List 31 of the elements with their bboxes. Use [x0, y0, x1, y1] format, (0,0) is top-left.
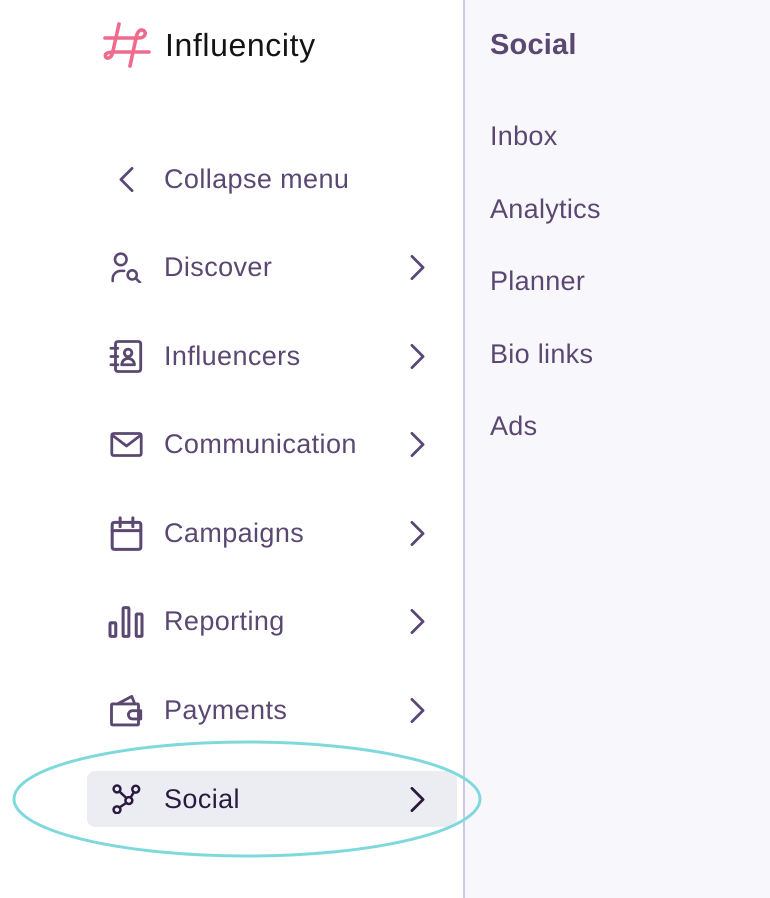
- envelope-icon: [110, 432, 142, 458]
- person-search-icon: [108, 252, 144, 284]
- hash-logo-icon: [103, 22, 151, 68]
- brand-name: Influencity: [165, 26, 316, 65]
- submenu-link[interactable]: Bio links: [490, 334, 594, 374]
- chevron-right-icon: [410, 432, 425, 458]
- collapse-menu-button[interactable]: Collapse menu: [87, 151, 457, 207]
- submenu-link[interactable]: Planner: [490, 261, 586, 301]
- sidebar-item[interactable]: Campaigns: [87, 505, 457, 562]
- sidebar-item[interactable]: Payments: [87, 682, 457, 739]
- chevron-right-icon: [410, 698, 425, 724]
- submenu-link[interactable]: Ads: [490, 406, 538, 446]
- chevron-right-icon: [410, 520, 425, 546]
- sidebar-item[interactable]: Influencers: [87, 328, 457, 384]
- connected-nodes-icon: [112, 784, 140, 814]
- sidebar-item[interactable]: Discover: [87, 240, 457, 296]
- chevron-right-icon: [410, 609, 425, 634]
- contact-book-icon: [109, 340, 143, 373]
- calendar-icon: [110, 516, 142, 551]
- wallet-icon: [110, 694, 142, 728]
- bar-chart-icon: [108, 606, 144, 638]
- sidebar-item[interactable]: Social: [87, 771, 457, 828]
- chevron-right-icon: [410, 344, 425, 369]
- chevron-right-icon: [410, 786, 425, 812]
- chevron-left-icon: [118, 166, 134, 192]
- submenu-title: Social: [490, 28, 578, 63]
- sidebar-item[interactable]: Communication: [87, 416, 457, 473]
- submenu-link[interactable]: Inbox: [490, 116, 558, 156]
- submenu-link[interactable]: Analytics: [490, 188, 601, 228]
- sidebar-item[interactable]: Reporting: [87, 594, 457, 650]
- chevron-right-icon: [410, 255, 425, 280]
